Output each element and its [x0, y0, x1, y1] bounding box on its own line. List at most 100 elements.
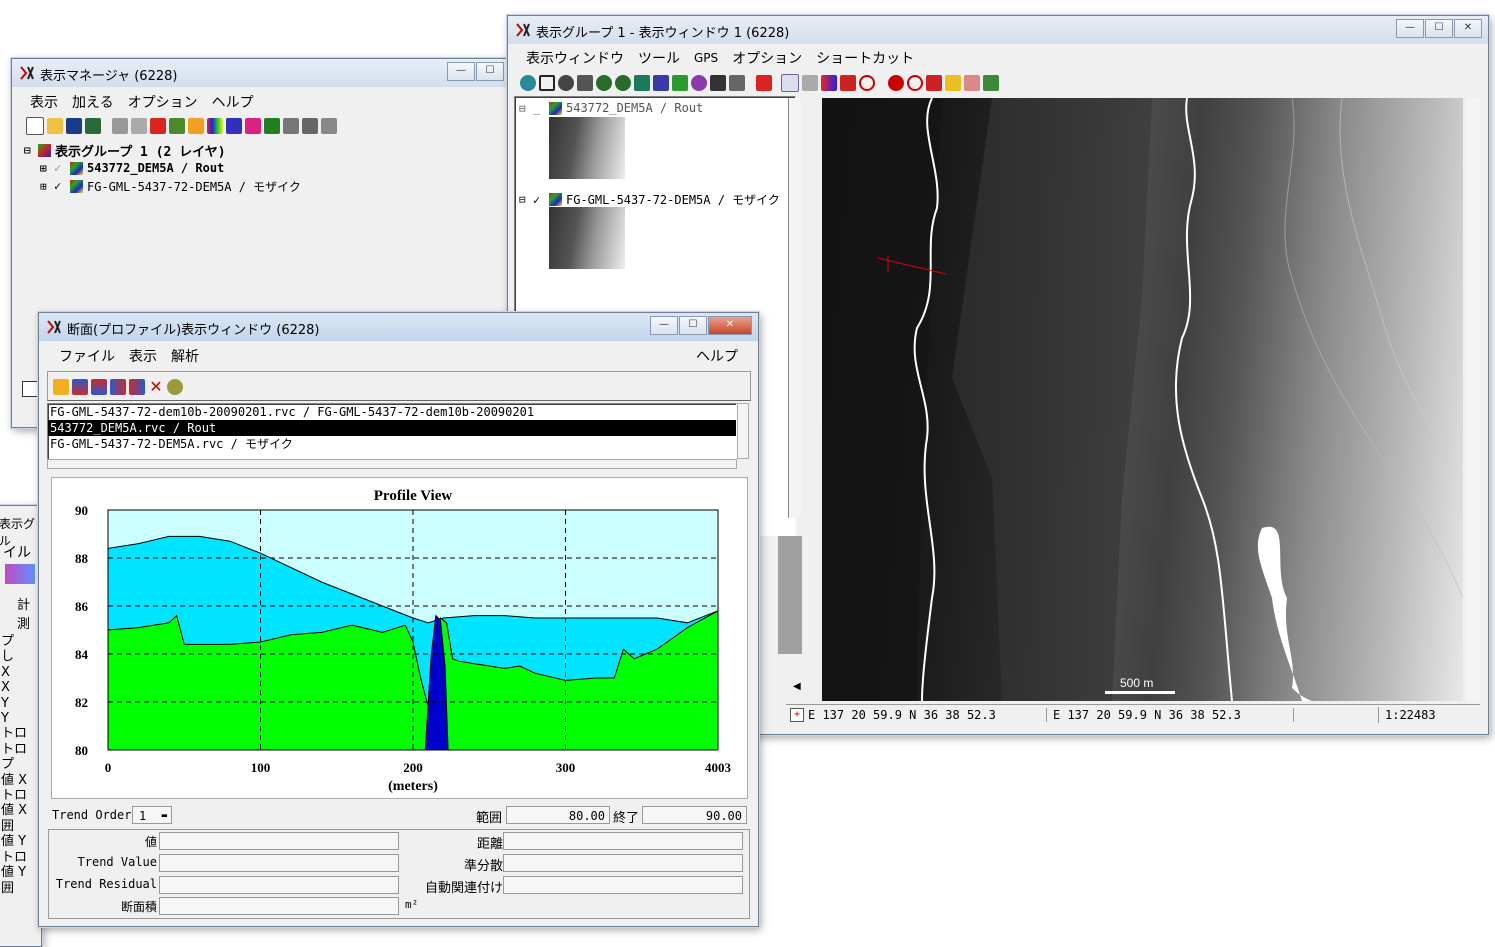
profile-list-vscroll[interactable]	[737, 403, 749, 459]
properties-icon[interactable]	[321, 118, 337, 134]
open-folder-icon[interactable]	[47, 118, 63, 134]
pan-icon[interactable]	[558, 75, 574, 91]
zoom-box-icon[interactable]	[577, 75, 593, 91]
menu-file[interactable]: ファイル	[59, 346, 115, 366]
menu-gps[interactable]: GPS	[694, 51, 718, 65]
delete-icon[interactable]: ✕	[148, 379, 164, 395]
collapse-icon[interactable]: ⊟	[24, 144, 38, 157]
edit-layer-icon[interactable]	[964, 75, 980, 91]
legend-item[interactable]: ⊟ _ 543772_DEM5A / Rout	[519, 101, 703, 115]
full-view-icon[interactable]	[539, 75, 555, 91]
binoculars-icon[interactable]	[710, 75, 726, 91]
add-layer-icon[interactable]	[150, 118, 166, 134]
raster-icon[interactable]	[112, 118, 128, 134]
move-left-icon[interactable]	[110, 379, 126, 395]
expand-icon[interactable]: ⊞	[40, 162, 54, 175]
minimize-button[interactable]: —	[1396, 19, 1424, 38]
menu-view[interactable]: 表示	[129, 346, 157, 366]
close-button[interactable]: ✕	[708, 316, 752, 335]
layer-checkbox[interactable]: ✓	[54, 161, 66, 175]
layers-icon[interactable]	[85, 118, 101, 134]
profile-window-titlebar[interactable]: 断面(プロファイル)表示ウィンドウ (6228) — ☐ ✕	[39, 313, 758, 341]
collapse-icon[interactable]: ⊟	[519, 193, 533, 206]
zoom-layer-icon[interactable]	[634, 75, 650, 91]
map-vscroll[interactable]	[1466, 98, 1480, 701]
profile-chart: 80 82 84 86 88 90 0 100 200 300 4003 Profile View (m…	[75, 488, 732, 794]
minimize-button[interactable]: —	[447, 62, 475, 81]
end-field[interactable]: 90.00	[642, 806, 747, 824]
magnifier-red-icon[interactable]	[907, 75, 923, 91]
sphere-icon[interactable]	[245, 118, 261, 134]
legend-scrollbar[interactable]	[788, 98, 801, 518]
target-icon[interactable]	[888, 75, 904, 91]
measure-icon[interactable]	[802, 75, 818, 91]
menu-analysis[interactable]: 解析	[171, 346, 199, 366]
profile-layer-item[interactable]: FG-GML-5437-72-DEM5A.rvc / モザイク	[48, 436, 736, 452]
layer-checkbox[interactable]: ✓	[533, 193, 545, 207]
add-layer-icon[interactable]	[756, 75, 772, 91]
export-image-icon[interactable]	[983, 75, 999, 91]
menu-help[interactable]: ヘルプ	[696, 346, 738, 366]
collapse-icon[interactable]: ⊟	[519, 102, 533, 115]
legend-item[interactable]: ⊟ ✓ FG-GML-5437-72-DEM5A / モザイク	[519, 191, 780, 208]
menu-options[interactable]: オプション	[128, 92, 198, 112]
move-up-icon[interactable]	[72, 379, 88, 395]
multi-layer-icon[interactable]	[169, 118, 185, 134]
globe-icon[interactable]	[691, 75, 707, 91]
menu-tools[interactable]: ツール	[638, 48, 680, 68]
color-grid-icon[interactable]	[207, 118, 223, 134]
display-manager-titlebar[interactable]: 表示マネージャ (6228) — ☐	[12, 59, 512, 87]
terrain-icon[interactable]	[264, 118, 280, 134]
pencil-icon[interactable]	[945, 75, 961, 91]
export-icon[interactable]	[129, 379, 145, 395]
profile-list-hscroll[interactable]	[47, 459, 737, 469]
layer-row[interactable]: ⊞ ✓ FG-GML-5437-72-DEM5A / モザイク	[24, 177, 499, 195]
menu-add[interactable]: 加える	[72, 92, 114, 112]
no-entry-icon[interactable]	[859, 75, 875, 91]
profile-layer-list: FG-GML-5437-72-dem10b-20090201.rvc / FG-…	[47, 403, 737, 461]
surface-icon[interactable]	[131, 118, 147, 134]
menu-shortcut[interactable]: ショートカット	[816, 48, 914, 68]
layer-checkbox[interactable]: _	[533, 101, 545, 115]
scroll-left-arrow[interactable]: ◀	[793, 681, 801, 692]
close-button[interactable]: ✕	[1454, 19, 1482, 38]
flag-icon[interactable]	[840, 75, 856, 91]
pointer-icon[interactable]	[926, 75, 942, 91]
new-icon[interactable]	[26, 117, 44, 135]
maximize-button[interactable]: ☐	[476, 62, 504, 81]
view-window-titlebar[interactable]: 表示グループ 1 - 表示ウィンドウ 1 (6228) — ☐ ✕	[508, 16, 1488, 44]
minimize-button[interactable]: —	[650, 316, 678, 335]
cad-icon[interactable]	[188, 118, 204, 134]
menu-display[interactable]: 表示	[30, 92, 58, 112]
tin-icon[interactable]	[226, 118, 242, 134]
camera-icon[interactable]	[729, 75, 745, 91]
maximize-button[interactable]: ☐	[1425, 19, 1453, 38]
menu-help[interactable]: ヘルプ	[212, 92, 254, 112]
menu-options[interactable]: オプション	[732, 48, 802, 68]
grid-icon[interactable]	[283, 118, 299, 134]
zoom-out-icon[interactable]	[615, 75, 631, 91]
expand-icon[interactable]: ⊞	[40, 180, 54, 193]
range-field[interactable]: 80.00	[506, 806, 610, 824]
map-canvas[interactable]: 500 m	[822, 98, 1463, 701]
profile-layer-item[interactable]: FG-GML-5437-72-dem10b-20090201.rvc / FG-…	[48, 404, 736, 420]
tiles-icon[interactable]	[653, 75, 669, 91]
select-tool-icon[interactable]	[781, 74, 799, 92]
background-window-menu[interactable]: イル	[3, 542, 31, 562]
trend-order-select[interactable]: 1 ▬	[132, 806, 172, 824]
settings-icon[interactable]	[167, 379, 183, 395]
layer-checkbox[interactable]: ✓	[54, 179, 66, 193]
open-folder-icon[interactable]	[53, 379, 69, 395]
maximize-button[interactable]: ☐	[679, 316, 707, 335]
layer-group-row[interactable]: ⊟ 表示グループ 1 (2 レイヤ)	[24, 141, 499, 160]
gps-icon[interactable]	[672, 75, 688, 91]
zoom-in-icon[interactable]	[596, 75, 612, 91]
layer-row[interactable]: ⊞ ✓ 543772_DEM5A / Rout	[24, 159, 499, 177]
menu-view-window[interactable]: 表示ウィンドウ	[526, 48, 624, 68]
redraw-icon[interactable]	[520, 75, 536, 91]
profile-layer-item-selected[interactable]: 543772_DEM5A.rvc / Rout	[48, 420, 736, 436]
table-icon[interactable]	[302, 118, 318, 134]
save-icon[interactable]	[66, 118, 82, 134]
arrows-icon[interactable]	[821, 75, 837, 91]
move-down-icon[interactable]	[91, 379, 107, 395]
